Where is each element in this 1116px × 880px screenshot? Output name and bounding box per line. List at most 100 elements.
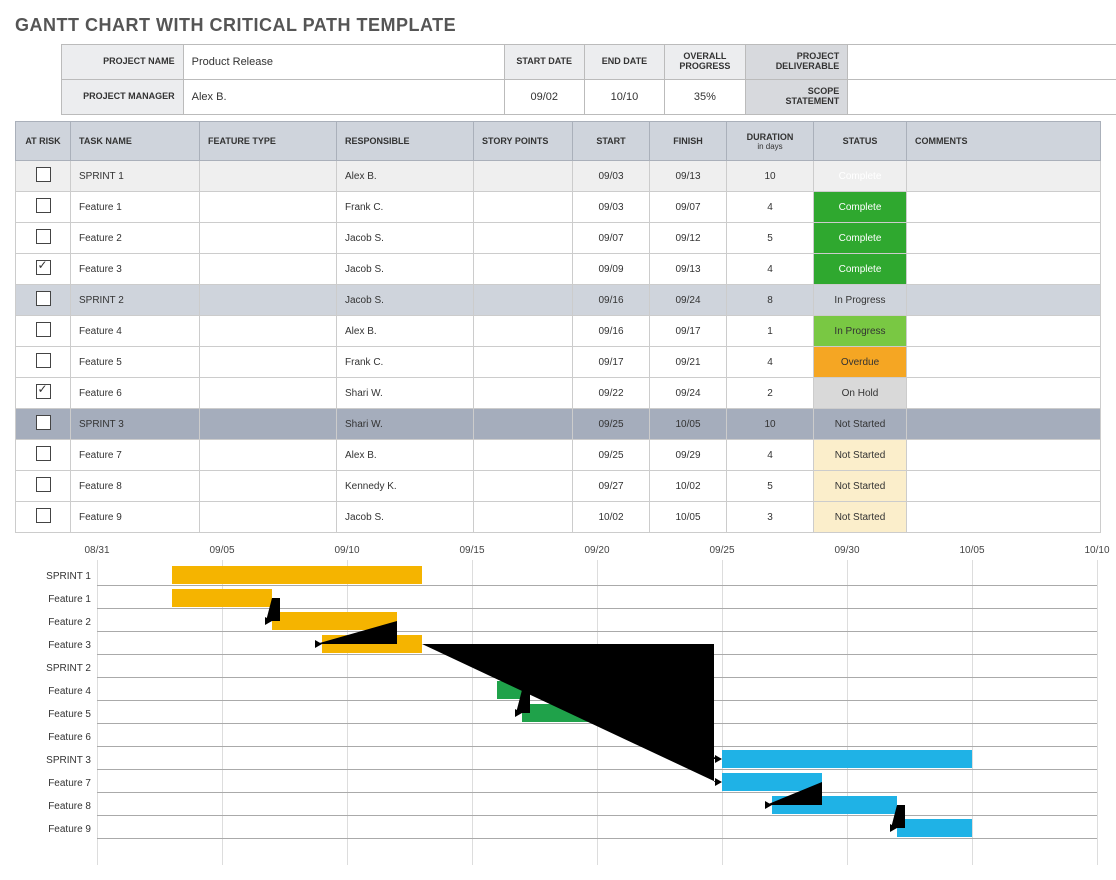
status-cell[interactable]: On Hold [814,378,907,409]
responsible-cell[interactable]: Jacob S. [337,502,474,533]
start-cell[interactable]: 09/03 [573,161,650,192]
at-risk-cell[interactable] [16,254,71,285]
status-cell[interactable]: In Progress [814,316,907,347]
comments-cell[interactable] [907,316,1101,347]
at-risk-cell[interactable] [16,347,71,378]
at-risk-cell[interactable] [16,192,71,223]
start-cell[interactable]: 09/22 [573,378,650,409]
task-name-cell[interactable]: Feature 5 [71,347,200,378]
duration-cell[interactable]: 4 [727,440,814,471]
duration-cell[interactable]: 1 [727,316,814,347]
story-points-cell[interactable] [474,378,573,409]
responsible-cell[interactable]: Kennedy K. [337,471,474,502]
duration-cell[interactable]: 5 [727,223,814,254]
story-points-cell[interactable] [474,502,573,533]
start-cell[interactable]: 09/27 [573,471,650,502]
status-cell[interactable]: Complete [814,161,907,192]
start-cell[interactable]: 09/17 [573,347,650,378]
status-cell[interactable]: Not Started [814,440,907,471]
checkbox-icon[interactable] [36,229,51,244]
checkbox-icon[interactable] [36,508,51,523]
feature-type-cell[interactable] [200,285,337,316]
feature-type-cell[interactable] [200,161,337,192]
responsible-cell[interactable]: Jacob S. [337,223,474,254]
checkbox-icon[interactable] [36,353,51,368]
task-name-cell[interactable]: SPRINT 2 [71,285,200,316]
checkbox-icon[interactable] [36,322,51,337]
story-points-cell[interactable] [474,285,573,316]
task-name-cell[interactable]: Feature 7 [71,440,200,471]
start-cell[interactable]: 09/16 [573,285,650,316]
comments-cell[interactable] [907,378,1101,409]
story-points-cell[interactable] [474,471,573,502]
comments-cell[interactable] [907,254,1101,285]
feature-type-cell[interactable] [200,254,337,285]
task-name-cell[interactable]: Feature 9 [71,502,200,533]
duration-cell[interactable]: 8 [727,285,814,316]
finish-cell[interactable]: 10/05 [650,502,727,533]
start-cell[interactable]: 09/07 [573,223,650,254]
story-points-cell[interactable] [474,347,573,378]
checkbox-icon[interactable] [36,446,51,461]
comments-cell[interactable] [907,347,1101,378]
value-start-date[interactable]: 09/02 [504,80,584,115]
feature-type-cell[interactable] [200,409,337,440]
feature-type-cell[interactable] [200,316,337,347]
at-risk-cell[interactable] [16,223,71,254]
status-cell[interactable]: Complete [814,254,907,285]
status-cell[interactable]: Complete [814,223,907,254]
finish-cell[interactable]: 09/13 [650,161,727,192]
task-name-cell[interactable]: Feature 1 [71,192,200,223]
task-name-cell[interactable]: SPRINT 3 [71,409,200,440]
task-name-cell[interactable]: Feature 3 [71,254,200,285]
value-project-deliverable[interactable] [848,45,1116,80]
feature-type-cell[interactable] [200,440,337,471]
at-risk-cell[interactable] [16,471,71,502]
feature-type-cell[interactable] [200,471,337,502]
comments-cell[interactable] [907,440,1101,471]
finish-cell[interactable]: 10/05 [650,409,727,440]
feature-type-cell[interactable] [200,502,337,533]
start-cell[interactable]: 09/25 [573,409,650,440]
checkbox-icon[interactable] [36,260,51,275]
feature-type-cell[interactable] [200,223,337,254]
at-risk-cell[interactable] [16,502,71,533]
story-points-cell[interactable] [474,409,573,440]
value-scope-statement[interactable] [848,80,1116,115]
finish-cell[interactable]: 09/12 [650,223,727,254]
task-name-cell[interactable]: Feature 2 [71,223,200,254]
task-name-cell[interactable]: Feature 4 [71,316,200,347]
feature-type-cell[interactable] [200,378,337,409]
status-cell[interactable]: Not Started [814,502,907,533]
finish-cell[interactable]: 09/21 [650,347,727,378]
duration-cell[interactable]: 4 [727,254,814,285]
duration-cell[interactable]: 4 [727,192,814,223]
at-risk-cell[interactable] [16,285,71,316]
checkbox-icon[interactable] [36,167,51,182]
duration-cell[interactable]: 10 [727,161,814,192]
status-cell[interactable]: Overdue [814,347,907,378]
at-risk-cell[interactable] [16,378,71,409]
value-project-manager[interactable]: Alex B. [183,80,504,115]
value-end-date[interactable]: 10/10 [584,80,664,115]
start-cell[interactable]: 09/03 [573,192,650,223]
duration-cell[interactable]: 3 [727,502,814,533]
responsible-cell[interactable]: Jacob S. [337,285,474,316]
checkbox-icon[interactable] [36,415,51,430]
story-points-cell[interactable] [474,161,573,192]
responsible-cell[interactable]: Frank C. [337,192,474,223]
finish-cell[interactable]: 10/02 [650,471,727,502]
finish-cell[interactable]: 09/24 [650,378,727,409]
story-points-cell[interactable] [474,316,573,347]
start-cell[interactable]: 09/16 [573,316,650,347]
task-name-cell[interactable]: Feature 8 [71,471,200,502]
status-cell[interactable]: Not Started [814,471,907,502]
start-cell[interactable]: 09/09 [573,254,650,285]
at-risk-cell[interactable] [16,440,71,471]
at-risk-cell[interactable] [16,409,71,440]
status-cell[interactable]: Not Started [814,409,907,440]
comments-cell[interactable] [907,161,1101,192]
comments-cell[interactable] [907,192,1101,223]
comments-cell[interactable] [907,223,1101,254]
story-points-cell[interactable] [474,254,573,285]
